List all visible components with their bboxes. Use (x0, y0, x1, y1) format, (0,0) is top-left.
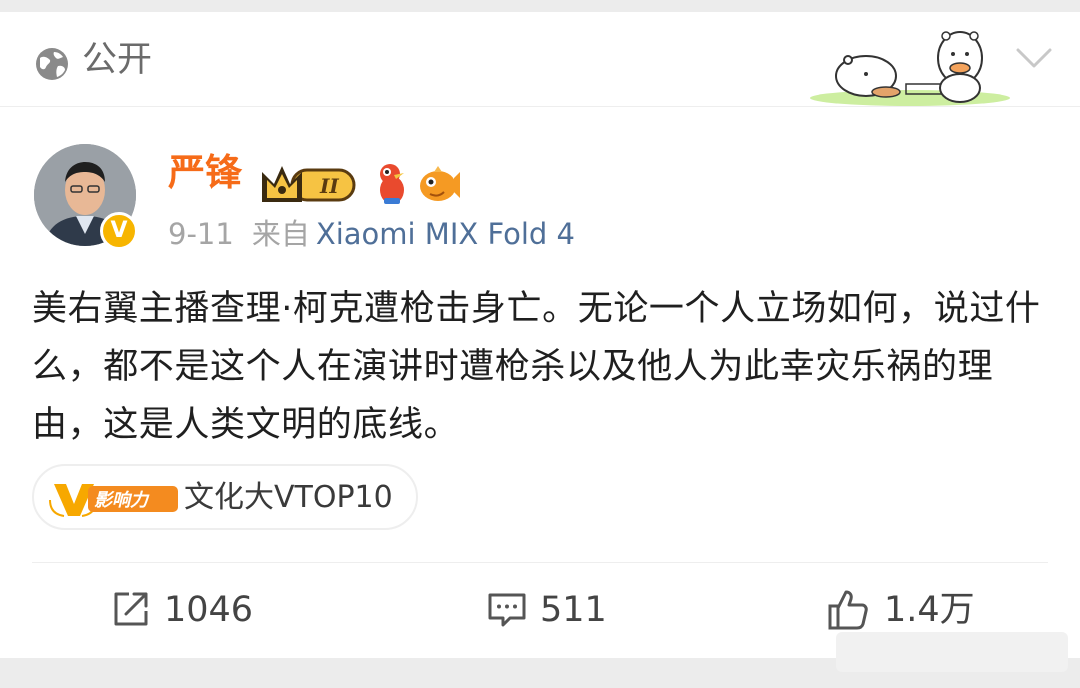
comment-count: 511 (540, 590, 607, 630)
bottom-overlay-bar (836, 632, 1068, 672)
influence-v-icon: 影响力 (49, 484, 178, 517)
actions-divider (32, 562, 1048, 563)
weibo-post-card: 公开 V 严锋 II 9-11 来自 Xiaomi MIX Fold 4 美右翼… (0, 12, 1080, 658)
crown-level-badge-icon[interactable]: II (258, 162, 362, 206)
thumbs-up-icon (828, 590, 868, 630)
post-date: 9-11 (168, 217, 234, 251)
source-prefix: 来自 (251, 217, 310, 251)
comment-icon (488, 593, 526, 627)
like-count: 1.4万 (884, 590, 975, 630)
influence-tag[interactable]: 影响力 文化大VTOP10 (32, 464, 418, 530)
device-source-link[interactable]: Xiaomi MIX Fold 4 (316, 217, 575, 251)
influence-icon-text: 影响力 (94, 490, 150, 511)
repost-icon (114, 592, 148, 626)
orange-fish-mascot-icon (420, 166, 460, 201)
author-name[interactable]: 严锋 (168, 150, 242, 196)
post-content: 美右翼主播查理·柯克遭枪击身亡。无论一个人立场如何，说过什么，都不是这个人在演讲… (32, 289, 1041, 445)
polar-bear-decoration-icon (810, 31, 1010, 106)
verified-badge: V (100, 212, 138, 250)
chevron-down-icon[interactable] (1014, 44, 1054, 72)
influence-tag-label: 文化大VTOP10 (184, 480, 393, 515)
red-mascot-icon (380, 164, 404, 204)
post-header-bar: 公开 (0, 12, 1080, 107)
repost-count: 1046 (164, 590, 254, 630)
privacy-label[interactable]: 公开 (82, 38, 152, 82)
globe-icon (36, 48, 68, 80)
level-badge-text: II (319, 174, 339, 198)
post-meta: 9-11 来自 Xiaomi MIX Fold 4 (168, 214, 575, 254)
